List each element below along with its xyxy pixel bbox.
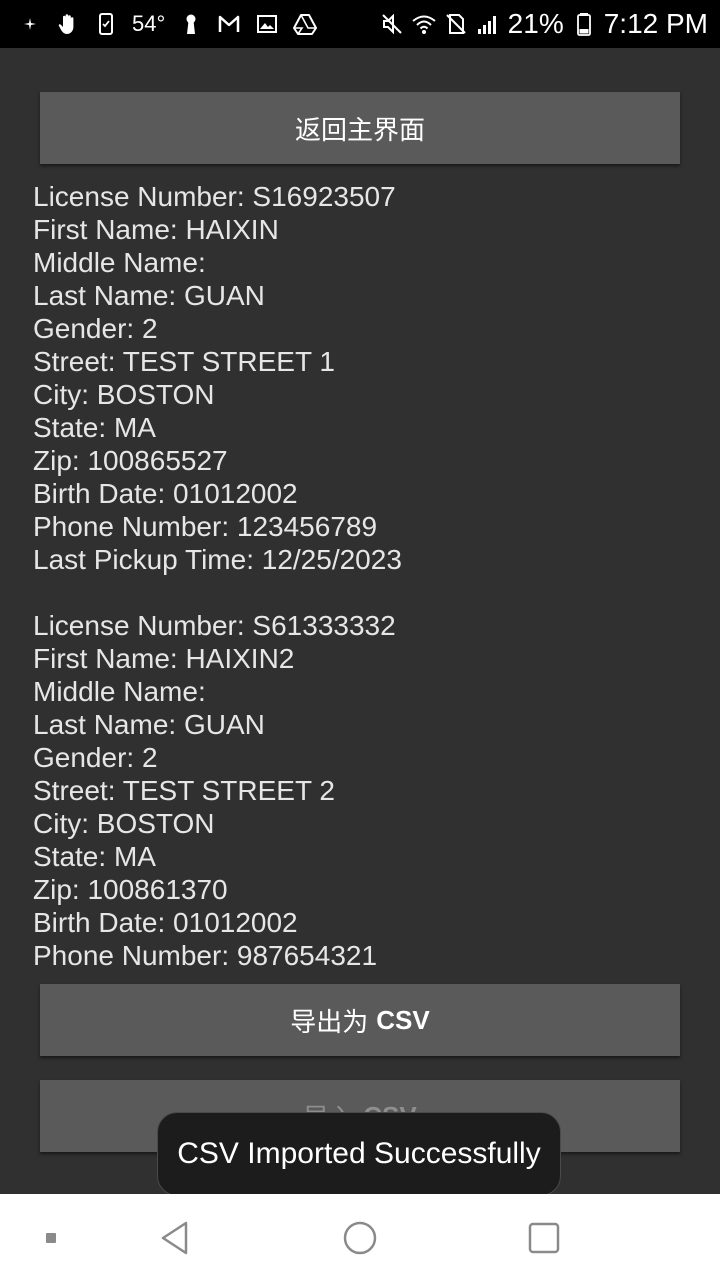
status-bar-right: 21% 7:12 PM	[380, 8, 708, 40]
record-list: License Number: S16923507 First Name: HAI…	[33, 180, 693, 972]
record-field: Middle Name:	[33, 676, 206, 707]
record-separator	[33, 576, 693, 609]
record-field: License Number: S61333332	[33, 610, 396, 641]
export-label-en: CSV	[376, 1004, 430, 1035]
record-field: Gender: 2	[33, 742, 158, 773]
record-field: First Name: HAIXIN	[33, 214, 279, 245]
toast-text: CSV Imported Successfully	[177, 1137, 541, 1170]
record-block: License Number: S16923507 First Name: HAI…	[33, 180, 693, 576]
record-field: Last Name: GUAN	[33, 280, 265, 311]
phone-icon	[94, 12, 118, 36]
clock-text: 7:12 PM	[603, 8, 708, 39]
record-field: Gender: 2	[33, 313, 158, 344]
keyhole-icon	[179, 12, 203, 36]
no-sim-icon	[444, 12, 468, 36]
record-field: Zip: 100861370	[33, 874, 228, 905]
record-field: Street: TEST STREET 1	[33, 346, 335, 377]
record-field: Last Name: GUAN	[33, 709, 265, 740]
record-field: Phone Number: 987654321	[33, 940, 378, 971]
record-field: State: MA	[33, 841, 156, 872]
gallery-icon	[255, 12, 279, 36]
drive-icon	[293, 12, 318, 36]
recent-dot-icon[interactable]	[29, 1216, 73, 1260]
record-field: City: BOSTON	[33, 379, 215, 410]
record-field: Last Pickup Time: 12/25/2023	[33, 544, 402, 575]
hand-icon	[56, 12, 80, 36]
export-label-cn: 导出为	[290, 1007, 369, 1038]
home-icon[interactable]	[338, 1216, 382, 1260]
battery-percent-text: 21%	[507, 8, 564, 39]
overview-icon[interactable]	[522, 1216, 566, 1260]
record-field: Street: TEST STREET 2	[33, 775, 335, 806]
record-field: State: MA	[33, 412, 156, 443]
record-field: City: BOSTON	[33, 808, 215, 839]
status-bar: 54° 21% 7:12 PM	[0, 0, 720, 48]
mute-icon	[380, 12, 404, 36]
record-field: Birth Date: 01012002	[33, 478, 298, 509]
record-field: Birth Date: 01012002	[33, 907, 298, 938]
signal-icon	[476, 12, 500, 36]
return-home-label: 返回主界面	[294, 115, 425, 146]
record-block: License Number: S61333332 First Name: HAI…	[33, 609, 693, 972]
record-field: Middle Name:	[33, 247, 206, 278]
record-field: License Number: S16923507	[33, 181, 396, 212]
record-field: First Name: HAIXIN2	[33, 643, 295, 674]
wifi-icon	[412, 12, 436, 36]
record-field: Phone Number: 123456789	[33, 511, 378, 542]
status-bar-left: 54°	[18, 11, 380, 37]
return-home-button[interactable]: 返回主界面	[40, 92, 680, 164]
gmail-icon	[217, 12, 241, 36]
navigation-bar	[0, 1194, 720, 1280]
record-field: Zip: 100865527	[33, 445, 228, 476]
battery-icon	[572, 12, 596, 36]
toast-message: CSV Imported Successfully	[157, 1112, 561, 1196]
export-csv-button[interactable]: 导出为 CSV	[40, 984, 680, 1056]
temperature-text: 54°	[132, 11, 166, 36]
back-icon[interactable]	[154, 1216, 198, 1260]
main-content: 返回主界面 License Number: S16923507 First Nam…	[0, 48, 720, 1196]
notification-dot-icon	[18, 12, 42, 36]
